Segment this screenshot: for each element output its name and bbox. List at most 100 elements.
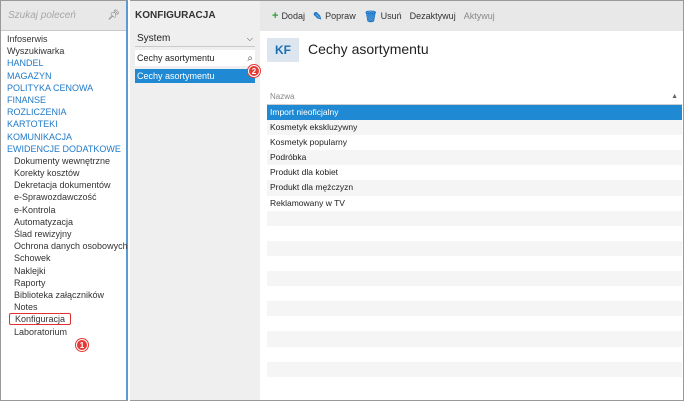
search-icon[interactable]: ⌕ [247, 53, 253, 64]
nav-item-label: EWIDENCJE DODATKOWE [7, 143, 121, 154]
table-row[interactable]: Reklamowany w TV [267, 196, 682, 211]
nav-item-kartoteki[interactable]: KARTOTEKI [1, 118, 126, 130]
nav-item-infoserwis[interactable]: Infoserwis [1, 33, 126, 45]
empty-table-row [267, 331, 682, 347]
annotation-badge-2: 2 [248, 65, 260, 77]
table-row[interactable]: Import nieoficjalny [267, 105, 682, 121]
activate-button-label: Aktywuj [463, 11, 495, 21]
nav-item-label: Biblioteka załączników [14, 289, 105, 300]
nav-item-polityka-cenowa[interactable]: POLITYKA CENOWA [1, 82, 126, 94]
nav-item-ochrona-danych-osobowych[interactable]: Ochrona danych osobowych [1, 240, 128, 252]
configuration-panel: KONFIGURACJA System ⌵ Cechy asortymentu … [130, 0, 260, 401]
nav-item-schowek[interactable]: Schowek [1, 252, 126, 264]
command-search-input[interactable] [8, 10, 104, 21]
nav-item-label: Korekty kosztów [14, 168, 80, 179]
edit-button-label: Popraw [325, 11, 356, 21]
section-dropdown[interactable]: System ⌵ [135, 31, 255, 47]
empty-table-row [267, 271, 682, 287]
nav-item-korekty-kosztów[interactable]: Korekty kosztów [1, 167, 126, 179]
edit-button[interactable]: ✎ Popraw [313, 10, 356, 23]
add-button-label: Dodaj [281, 11, 305, 21]
nav-item-magazyn[interactable]: MAGAZYN [1, 70, 126, 82]
nav-item-e-sprawozdawczość[interactable]: e-Sprawozdawczość [1, 191, 126, 203]
nav-item-automatyzacja[interactable]: Automatyzacja [1, 216, 126, 228]
empty-table-row [267, 301, 682, 317]
delete-button[interactable]: 🗑︎ Usuń [364, 10, 402, 23]
nav-item-biblioteka-załączników[interactable]: Biblioteka załączników [1, 289, 126, 301]
nav-item-dokumenty-wewnętrzne[interactable]: Dokumenty wewnętrzne [1, 155, 126, 167]
table-row[interactable]: Kosmetyk popularny [267, 135, 682, 150]
nav-item-label: Schowek [14, 253, 51, 264]
nav-item-label: ROZLICZENIA [7, 107, 67, 118]
table-row[interactable]: Podróbka [267, 150, 682, 166]
config-item-label: Cechy asortymentu [137, 71, 215, 81]
navigation-panel: 📌︎ Infoserwis WyszukiwarkaHANDELMAGAZYNPO… [0, 0, 128, 401]
sort-ascending-icon: ▲ [671, 93, 678, 100]
trash-icon: 🗑︎ [363, 10, 378, 23]
section-dropdown-value: System [137, 33, 171, 44]
deactivate-button-label: Dezaktywuj [409, 11, 456, 21]
nav-item-ślad-rewizyjny[interactable]: Ślad rewizyjny [1, 228, 126, 240]
nav-item-label: POLITYKA CENOWA [7, 82, 94, 93]
empty-table-row [267, 286, 682, 301]
empty-table-row [267, 240, 682, 256]
config-item-cechy-asortymentu[interactable]: Cechy asortymentu [135, 69, 255, 83]
empty-table-row [267, 256, 682, 271]
nav-item-dekretacja-dokumentów[interactable]: Dekretacja dokumentów [1, 179, 126, 191]
empty-table-row [267, 316, 682, 331]
nav-item-wyszukiwarka[interactable]: Wyszukiwarka [1, 45, 126, 57]
nav-list: Infoserwis Wyszukiwarka HANDEL MAGAZYN POLIT… [1, 31, 128, 338]
grid-rows: Import nieoficjalny Kosmetyk ekskluzywny K… [267, 105, 682, 377]
nav-item-raporty[interactable]: Raporty [1, 277, 126, 289]
panel-title: KONFIGURACJA [135, 10, 216, 21]
activate-button[interactable]: Aktywuj [464, 11, 495, 21]
command-search: 📌︎ [1, 1, 126, 31]
nav-item-label: Notes [14, 302, 38, 313]
data-grid: Nazwa ▲ Import nieoficjalny Kosmetyk eksk… [267, 89, 682, 377]
nav-item-label: HANDEL [7, 58, 44, 69]
nav-item-label: Konfiguracja [9, 313, 72, 326]
nav-item-label: e-Sprawozdawczość [14, 192, 97, 203]
nav-item-label: KARTOTEKI [7, 119, 58, 130]
toolbar: + Dodaj ✎ Popraw 🗑︎ Usuń Dezaktywuj Akty… [260, 1, 683, 31]
empty-table-row [267, 347, 682, 362]
pin-icon[interactable]: 📌︎ [107, 10, 120, 21]
nav-item-label: Ślad rewizyjny [14, 229, 72, 239]
nav-item-label: Infoserwis [7, 34, 48, 44]
nav-item-label: Raporty [14, 277, 46, 288]
nav-item-label: Dekretacja dokumentów [14, 180, 111, 191]
empty-table-row [267, 226, 682, 241]
add-button[interactable]: + Dodaj [272, 10, 305, 22]
page-header: KF Cechy asortymentu [260, 31, 683, 89]
nav-item-label: Naklejki [14, 265, 46, 276]
nav-item-label: Automatyzacja [14, 216, 74, 227]
table-row[interactable]: Produkt dla kobiet [267, 165, 682, 180]
empty-table-row [267, 210, 682, 226]
main-content: + Dodaj ✎ Popraw 🗑︎ Usuń Dezaktywuj Akty… [260, 0, 684, 401]
nav-item-label: Dokumenty wewnętrzne [14, 155, 111, 166]
chevron-down-icon: ⌵ [246, 33, 253, 43]
column-header-nazwa[interactable]: Nazwa ▲ [267, 89, 682, 105]
nav-item-ewidencje-dodatkowe[interactable]: EWIDENCJE DODATKOWE [1, 143, 126, 155]
plus-icon: + [272, 10, 279, 22]
nav-item-naklejki[interactable]: Naklejki [1, 265, 126, 277]
table-row[interactable]: Produkt dla mężczyzn [267, 180, 682, 196]
nav-item-laboratorium[interactable]: Laboratorium [1, 326, 126, 338]
nav-item-label: Laboratorium [14, 326, 68, 337]
page-title: Cechy asortymentu [308, 41, 429, 57]
nav-item-handel[interactable]: HANDEL [1, 57, 126, 69]
nav-item-komunikacja[interactable]: KOMUNIKACJA [1, 131, 126, 143]
nav-item-rozliczenia[interactable]: ROZLICZENIA [1, 106, 126, 118]
nav-item-finanse[interactable]: FINANSE [1, 94, 126, 106]
nav-item-konfiguracja[interactable]: Konfiguracja [1, 313, 126, 326]
table-row[interactable]: Kosmetyk ekskluzywny [267, 120, 682, 136]
nav-item-notes[interactable]: Notes [1, 301, 126, 313]
deactivate-button[interactable]: Dezaktywuj [410, 11, 456, 21]
config-search-value: Cechy asortymentu [137, 53, 215, 63]
config-search-field[interactable]: Cechy asortymentu ⌕ [135, 50, 255, 66]
nav-item-e-kontrola[interactable]: e-Kontrola [1, 204, 126, 216]
module-badge: KF [267, 38, 299, 62]
delete-button-label: Usuń [380, 11, 402, 21]
empty-table-row [267, 361, 682, 377]
column-header-label: Nazwa [270, 92, 295, 101]
